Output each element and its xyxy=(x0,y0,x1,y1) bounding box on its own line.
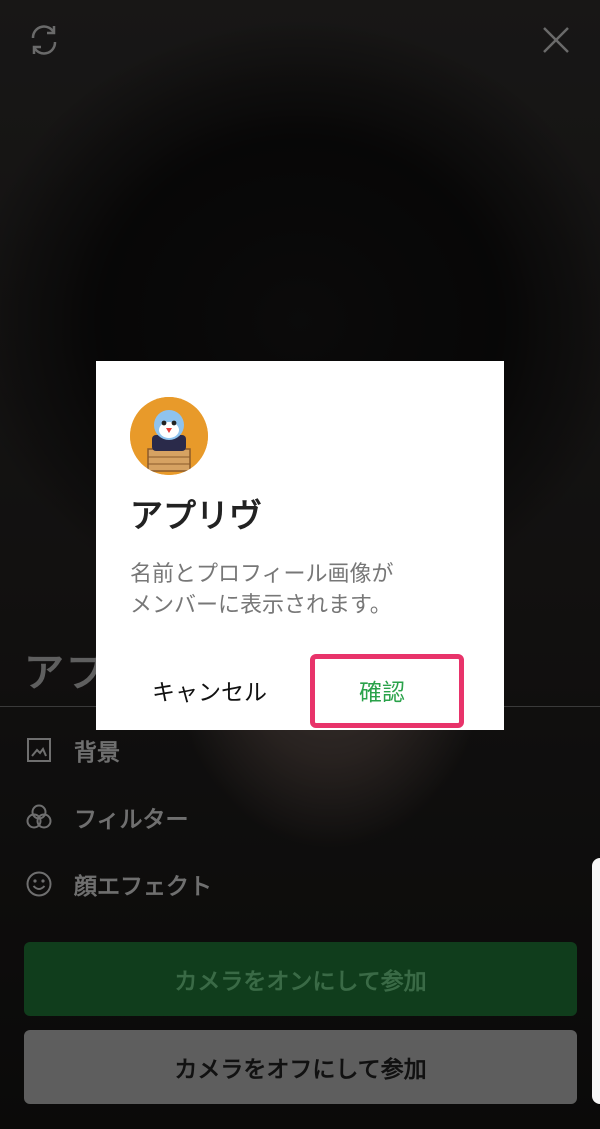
face-effect-icon xyxy=(24,869,54,899)
filter-option[interactable]: フィルター xyxy=(24,797,189,837)
filter-option-label: フィルター xyxy=(74,807,189,833)
confirm-highlight-box xyxy=(310,654,464,728)
filter-icon xyxy=(24,802,54,832)
switch-camera-icon[interactable] xyxy=(24,20,64,60)
face-effect-option[interactable]: 顔エフェクト xyxy=(24,864,212,904)
close-icon[interactable] xyxy=(536,20,576,60)
dialog-message: 名前とプロフィール画像が メンバーに表示されます。 xyxy=(130,559,470,621)
background-option-label: 背景 xyxy=(74,740,120,766)
avatar xyxy=(130,397,208,475)
cancel-button[interactable]: キャンセル xyxy=(152,673,267,707)
dialog-title: アプリヴ xyxy=(130,496,262,535)
display-name-preview: アプリヴ xyxy=(24,650,104,696)
background-option[interactable]: 背景 xyxy=(24,730,120,770)
dialog-message-line-2: メンバーに表示されます。 xyxy=(130,593,392,618)
join-camera-on-button[interactable]: カメラをオンにして参加 xyxy=(24,942,577,1016)
image-icon xyxy=(24,735,54,765)
join-camera-off-button[interactable]: カメラをオフにして参加 xyxy=(24,1030,577,1104)
dialog-message-line-1: 名前とプロフィール画像が xyxy=(130,562,394,587)
side-panel-handle[interactable] xyxy=(592,858,600,1104)
face-effect-option-label: 顔エフェクト xyxy=(74,874,212,900)
